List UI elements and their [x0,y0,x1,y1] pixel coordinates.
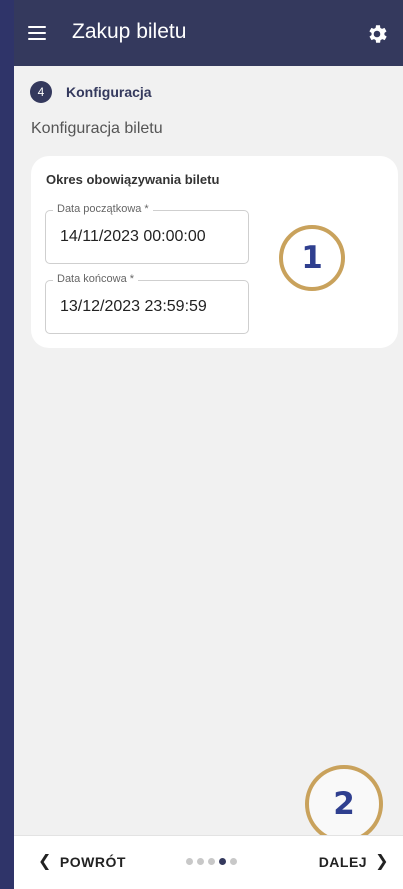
start-date-value: 14/11/2023 00:00:00 [60,228,206,245]
progress-dot [197,858,204,865]
progress-dot [230,858,237,865]
back-button[interactable]: ❮ POWRÓT [38,853,126,871]
back-button-label: POWRÓT [59,854,126,870]
end-date-field[interactable]: Data końcowa * 13/12/2023 23:59:59 [45,273,249,334]
step-label: Konfiguracja [66,84,152,100]
step-indicator: 4 Konfiguracja [30,80,152,104]
gear-icon[interactable] [365,22,389,46]
end-date-label: Data końcowa * [53,273,139,285]
chevron-right-icon: ❯ [375,853,389,870]
progress-dot [219,858,226,865]
step-number-badge: 4 [30,81,52,103]
next-button[interactable]: DALEJ ❯ [318,853,389,871]
step-progress-dots [186,858,241,865]
progress-dot [186,858,193,865]
app-bar: Zakup biletu [14,0,403,66]
end-date-value: 13/12/2023 23:59:59 [60,298,207,315]
start-date-label: Data początkowa * [53,203,153,215]
card-title: Okres obowiązywania biletu [46,172,220,187]
start-date-field[interactable]: Data początkowa * 14/11/2023 00:00:00 [45,203,249,264]
hamburger-icon[interactable] [28,26,46,40]
progress-dot [208,858,215,865]
annotation-marker-2: 2 [305,765,383,843]
annotation-marker-1: 1 [279,225,345,291]
section-title: Konfiguracja biletu [31,120,163,137]
chevron-left-icon: ❮ [38,853,52,870]
app-title: Zakup biletu [72,20,187,43]
next-button-label: DALEJ [318,854,368,870]
app-screen: Zakup biletu 4 Konfiguracja Konfiguracja… [14,0,403,889]
bottom-navigation-bar: ❮ POWRÓT DALEJ ❯ [14,835,403,889]
